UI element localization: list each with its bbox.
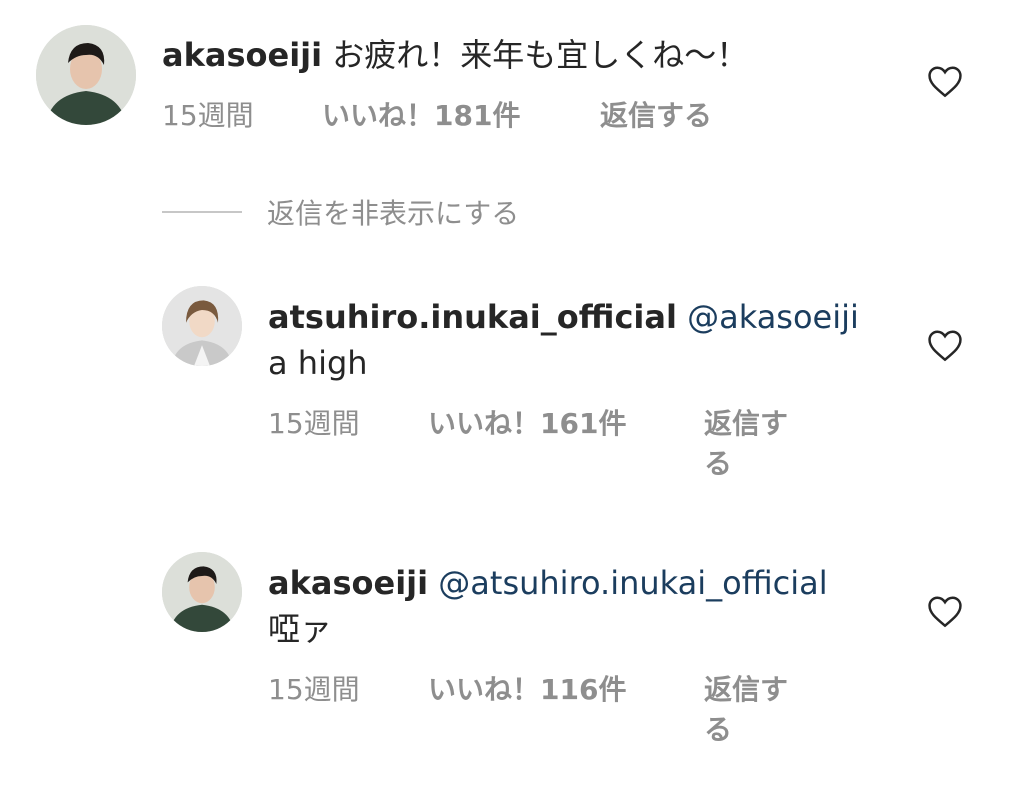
likes-count[interactable]: いいね！116件 — [428, 670, 626, 710]
comment-thread: akasoeiji お疲れ！来年も宜しくね〜！ 15週間 いいね！181件 返信… — [0, 0, 1024, 785]
comment-time[interactable]: 15週間 — [268, 404, 360, 444]
like-heart-icon[interactable] — [926, 594, 964, 628]
like-heart-icon[interactable] — [926, 328, 964, 362]
username-link[interactable]: atsuhiro.inukai_official — [268, 298, 677, 336]
hide-replies-divider — [162, 211, 242, 213]
reply-button[interactable]: 返信する — [704, 670, 814, 750]
hide-replies-button[interactable]: 返信を非表示にする — [267, 194, 519, 234]
avatar-photo-icon — [36, 25, 136, 125]
comment-body: akasoeiji お疲れ！来年も宜しくね〜！ — [162, 32, 748, 78]
mention-link[interactable]: @akasoeiji — [687, 298, 859, 336]
avatar[interactable] — [162, 552, 242, 632]
like-heart-icon[interactable] — [926, 64, 964, 98]
likes-count[interactable]: いいね！161件 — [428, 404, 626, 444]
reply-button[interactable]: 返信する — [704, 404, 814, 484]
avatar-photo-icon — [162, 286, 242, 366]
avatar[interactable] — [36, 25, 136, 125]
avatar[interactable] — [162, 286, 242, 366]
comment-time[interactable]: 15週間 — [162, 96, 254, 136]
likes-count[interactable]: いいね！181件 — [322, 96, 520, 136]
comment-text: お疲れ！来年も宜しくね〜！ — [332, 36, 749, 74]
comment-time[interactable]: 15週間 — [268, 670, 360, 710]
comment-text: 啞ァ — [268, 610, 333, 648]
comment-body: akasoeiji @atsuhiro.inukai_official — [268, 560, 828, 606]
username-link[interactable]: akasoeiji — [268, 564, 428, 602]
avatar-photo-icon — [162, 552, 242, 632]
mention-link[interactable]: @atsuhiro.inukai_official — [438, 564, 827, 602]
username-link[interactable]: akasoeiji — [162, 36, 322, 74]
comment-text: a high — [268, 344, 368, 382]
comment-body: atsuhiro.inukai_official @akasoeiji — [268, 294, 859, 340]
reply-button[interactable]: 返信する — [600, 96, 712, 136]
